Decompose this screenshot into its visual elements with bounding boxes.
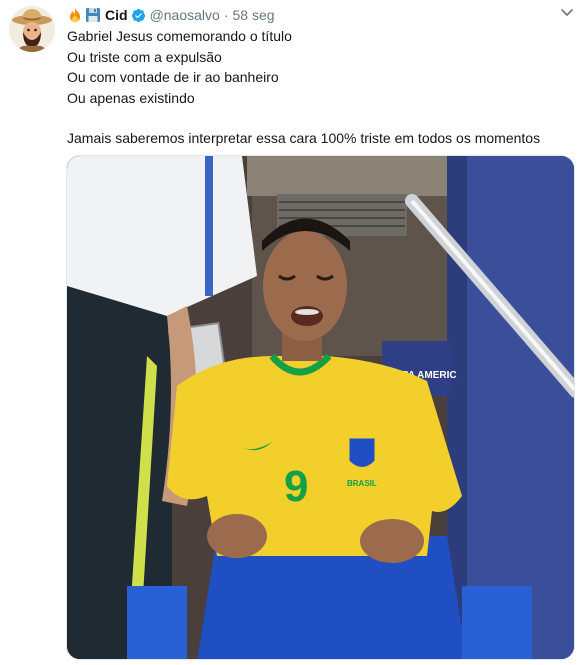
jersey-number: 9 <box>284 462 308 511</box>
timestamp[interactable]: 58 seg <box>233 7 275 23</box>
chevron-down-icon[interactable] <box>561 8 573 18</box>
floppy-disk-icon <box>86 8 100 22</box>
tweet-line: Ou triste com a expulsão <box>67 48 222 65</box>
avatar-cowboy-illustration <box>9 6 55 52</box>
user-handle[interactable]: @naosalvo <box>150 7 220 23</box>
tweet-line: Gabriel Jesus comemorando o título <box>67 28 292 44</box>
tweet-line: Ou apenas existindo <box>67 89 195 106</box>
photo-crying-player: COPA AMERIC 9 BRASIL <box>67 156 574 659</box>
verified-badge-icon <box>131 8 145 22</box>
display-name[interactable]: Cid <box>105 7 128 23</box>
tweet-photo[interactable]: COPA AMERIC 9 BRASIL <box>66 155 575 660</box>
avatar[interactable] <box>9 6 55 52</box>
tweet-line: Jamais saberemos interpretar essa cara 1… <box>67 130 541 146</box>
crest-text: BRASIL <box>347 479 377 488</box>
separator-dot: · <box>223 7 229 23</box>
tweet[interactable]: Cid @naosalvo · 58 seg Gabriel Jesus com… <box>0 0 579 665</box>
tweet-header: Cid @naosalvo · 58 seg <box>67 4 569 26</box>
tweet-line: Ou com vontade de ir ao banheiro <box>67 69 279 85</box>
fire-icon <box>70 8 80 22</box>
tweet-text: Gabriel Jesus comemorando o título Ou tr… <box>67 26 569 149</box>
